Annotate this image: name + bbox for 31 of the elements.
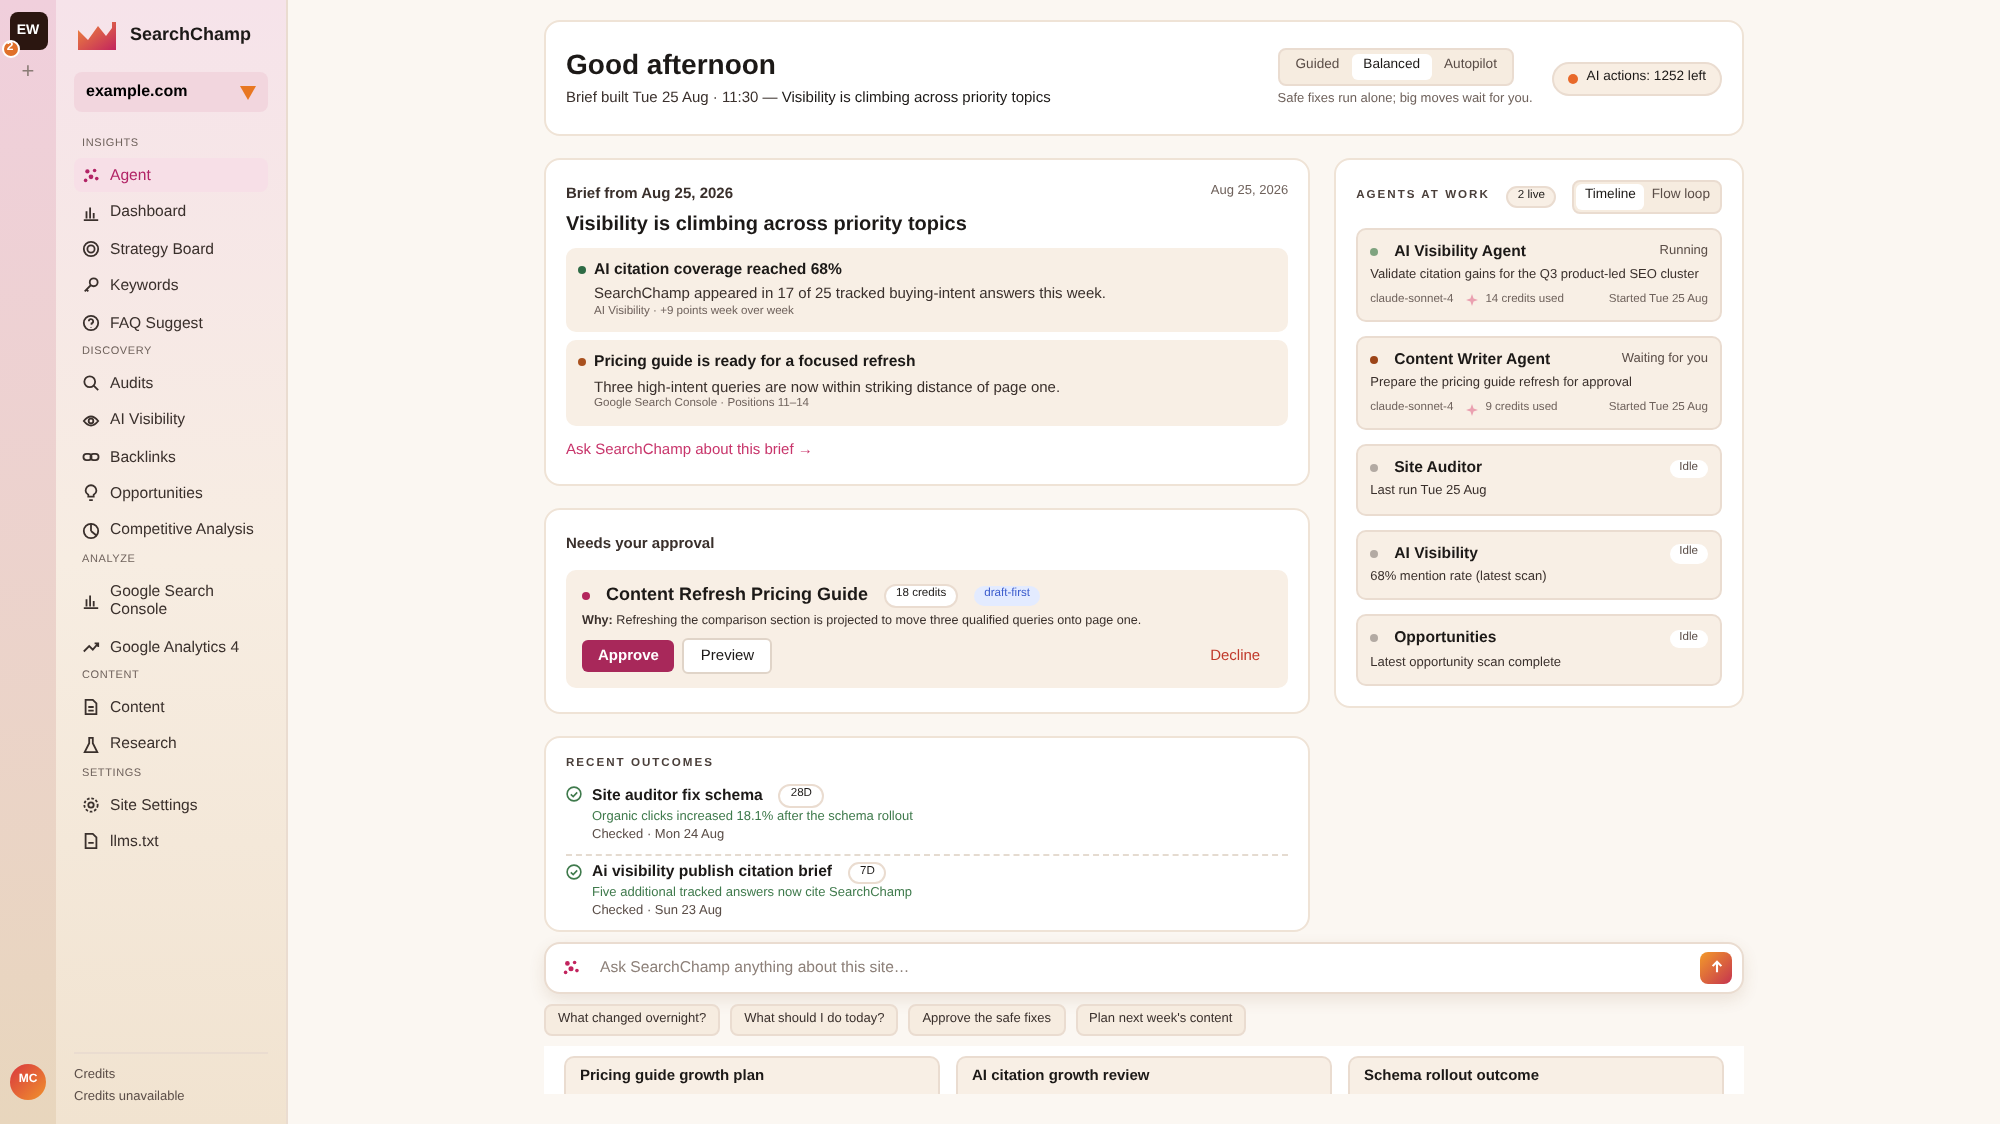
status-dot	[582, 591, 590, 600]
key-icon	[82, 276, 100, 295]
sparkle-icon	[1465, 403, 1478, 416]
trend-icon	[82, 637, 100, 656]
document-icon	[82, 698, 100, 717]
eye-icon	[82, 411, 100, 430]
pie-chart-icon	[82, 521, 100, 540]
greeting: Good afternoon	[566, 48, 778, 83]
gear-icon	[82, 796, 100, 815]
send-button[interactable]	[1700, 951, 1732, 984]
bar-chart-icon	[82, 591, 100, 610]
brief-title: Visibility is climbing across priority topics	[566, 212, 969, 239]
search-icon	[82, 374, 100, 393]
check-circle-icon	[566, 863, 582, 880]
target-icon	[82, 240, 100, 258]
sparkle-icon	[562, 958, 580, 977]
document-icon	[82, 832, 100, 851]
link-icon	[82, 447, 100, 466]
logo-icon	[78, 22, 118, 50]
help-icon	[82, 313, 100, 332]
site-selector[interactable]: example.com	[74, 72, 268, 112]
status-dot	[1568, 73, 1579, 84]
approval-title: Content Refresh Pricing Guide	[606, 583, 869, 608]
sparkle-icon	[1465, 294, 1478, 307]
sparkle-icon	[82, 166, 100, 185]
flask-icon	[82, 735, 100, 754]
arrow-up-icon	[1709, 960, 1723, 975]
check-circle-icon	[566, 786, 582, 803]
bar-chart-icon	[82, 203, 100, 222]
brand-name: SearchChamp	[130, 24, 252, 48]
bulb-icon	[82, 484, 100, 503]
